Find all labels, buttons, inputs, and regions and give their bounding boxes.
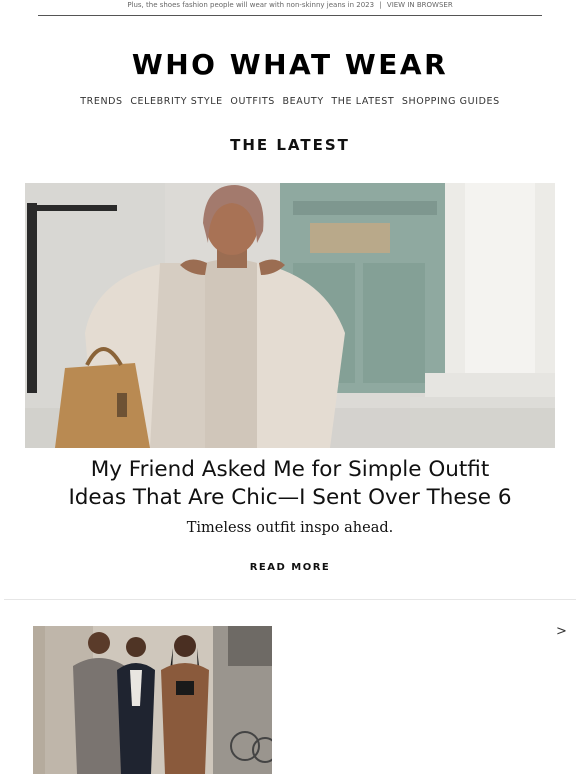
site-logo[interactable]: WHO WHAT WEAR xyxy=(0,48,580,81)
main-nav: TRENDS CELEBRITY STYLE OUTFITS BEAUTY TH… xyxy=(0,96,580,107)
nav-item-the-latest[interactable]: THE LATEST xyxy=(331,96,394,107)
section-title: THE LATEST xyxy=(230,136,350,154)
feature-headline-line-1: My Friend Asked Me for Simple Outfit xyxy=(90,457,490,482)
nav-item-trends[interactable]: TRENDS xyxy=(80,96,122,107)
feature-headline[interactable]: My Friend Asked Me for Simple Outfit Ide… xyxy=(40,456,540,512)
preheader-separator: | xyxy=(379,1,382,9)
nav-item-shopping-guides[interactable]: SHOPPING GUIDES xyxy=(402,96,500,107)
preheader-text: Plus, the shoes fashion people will wear… xyxy=(127,1,375,9)
section-divider xyxy=(4,599,576,600)
thumbnail-photo-illustration xyxy=(33,626,272,774)
nav-item-outfits[interactable]: OUTFITS xyxy=(230,96,275,107)
preheader: Plus, the shoes fashion people will wear… xyxy=(38,0,542,16)
hero-photo-illustration xyxy=(25,183,555,448)
feature-dek: Timeless outfit inspo ahead. xyxy=(186,520,394,536)
feature-hero-image[interactable] xyxy=(25,183,555,448)
feature-headline-line-2: Ideas That Are Chic—I Sent Over These 6 xyxy=(68,485,512,510)
nav-item-celebrity-style[interactable]: CELEBRITY STYLE xyxy=(130,96,222,107)
read-more-button[interactable]: READ MORE xyxy=(0,562,580,573)
next-arrow-icon[interactable]: > xyxy=(556,624,567,639)
view-in-browser-link[interactable]: VIEW IN BROWSER xyxy=(387,1,453,9)
next-story-thumbnail[interactable] xyxy=(33,626,272,774)
nav-item-beauty[interactable]: BEAUTY xyxy=(283,96,324,107)
